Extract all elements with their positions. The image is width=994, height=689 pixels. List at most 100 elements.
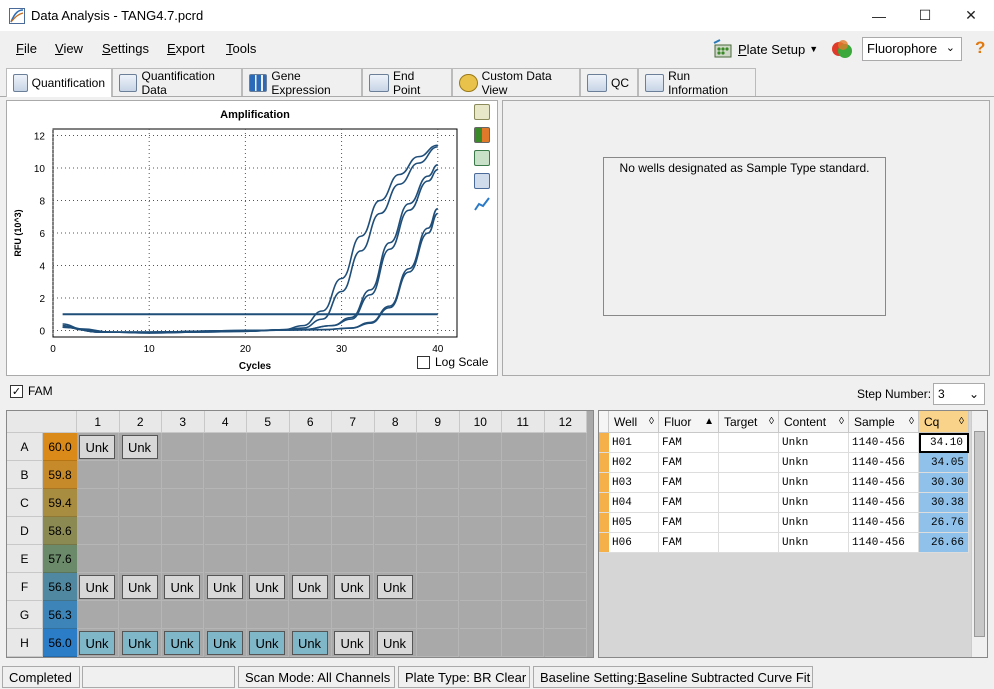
plate-well[interactable]: Unk: [162, 629, 204, 657]
plate-row-header[interactable]: G: [7, 601, 43, 629]
grid-column-header[interactable]: Cq ◊: [919, 411, 969, 433]
plate-well[interactable]: [374, 489, 417, 517]
plate-well[interactable]: [204, 601, 247, 629]
plate-well[interactable]: [374, 545, 417, 573]
plate-well[interactable]: [247, 461, 289, 489]
plate-well[interactable]: [162, 545, 204, 573]
plate-well[interactable]: [162, 601, 204, 629]
fam-checkbox[interactable]: ✓: [10, 384, 23, 398]
plate-well[interactable]: [289, 489, 332, 517]
plate-well[interactable]: [204, 489, 247, 517]
grid-column-header[interactable]: Target ◊: [719, 411, 779, 433]
well-label[interactable]: Unk: [121, 631, 158, 655]
well-label[interactable]: Unk: [376, 631, 413, 655]
row-selector[interactable]: [599, 433, 609, 453]
plate-column-header[interactable]: 8: [374, 411, 417, 433]
plate-column-header[interactable]: 4: [204, 411, 247, 433]
plate-well[interactable]: [502, 517, 544, 545]
trace-styles-icon[interactable]: [474, 196, 490, 212]
step-number-select[interactable]: 3 ⌄: [933, 383, 985, 405]
plate-well[interactable]: [544, 517, 587, 545]
plate-well[interactable]: [417, 517, 459, 545]
plate-well[interactable]: [289, 545, 332, 573]
plate-well[interactable]: Unk: [374, 573, 417, 601]
tab-quantification[interactable]: Quantification: [6, 68, 112, 97]
grid-cell[interactable]: FAM: [659, 533, 719, 553]
grid-cell[interactable]: H03: [609, 473, 659, 493]
plate-setup-button[interactable]: Plate Setup ▼: [712, 36, 822, 62]
plate-row-header[interactable]: E: [7, 545, 43, 573]
plate-well[interactable]: [459, 489, 502, 517]
plate-well[interactable]: [417, 573, 459, 601]
plate-row-header[interactable]: C: [7, 489, 43, 517]
plate-row-header[interactable]: F: [7, 573, 43, 601]
tab-gene-expression[interactable]: Gene Expression: [242, 68, 362, 97]
plate-well[interactable]: Unk: [247, 629, 289, 657]
zoom-chart-icon[interactable]: [474, 173, 490, 189]
plate-well[interactable]: [417, 433, 459, 461]
grid-cell[interactable]: [719, 493, 779, 513]
tab-custom-data-view[interactable]: Custom Data View: [452, 68, 580, 97]
fam-toggle[interactable]: ✓ FAM: [10, 384, 53, 398]
plate-well[interactable]: [332, 517, 374, 545]
plate-well[interactable]: [459, 629, 502, 657]
plate-well[interactable]: [502, 601, 544, 629]
grid-cell[interactable]: [719, 453, 779, 473]
plate-well[interactable]: [289, 601, 332, 629]
grid-cell[interactable]: 1140-456: [849, 513, 919, 533]
plate-well[interactable]: Unk: [204, 629, 247, 657]
plate-well[interactable]: [119, 545, 162, 573]
grid-cell[interactable]: FAM: [659, 433, 719, 453]
plate-well[interactable]: [77, 517, 119, 545]
tab-run-information[interactable]: Run Information: [638, 68, 756, 97]
grid-cell[interactable]: FAM: [659, 493, 719, 513]
plate-well[interactable]: [417, 461, 459, 489]
grid-column-header[interactable]: Sample ◊: [849, 411, 919, 433]
well-label[interactable]: Unk: [206, 575, 243, 599]
grid-cell[interactable]: H04: [609, 493, 659, 513]
plate-well[interactable]: [459, 573, 502, 601]
plate-well[interactable]: [119, 461, 162, 489]
menu-settings[interactable]: Settings: [102, 41, 149, 56]
plate-well[interactable]: [247, 433, 289, 461]
plate-well[interactable]: [417, 489, 459, 517]
help-icon[interactable]: ?: [975, 38, 985, 58]
plate-column-header[interactable]: 12: [544, 411, 587, 433]
well-label[interactable]: Unk: [79, 631, 115, 655]
plate-column-header[interactable]: 5: [247, 411, 290, 433]
row-selector[interactable]: [599, 533, 609, 553]
plate-well[interactable]: [417, 545, 459, 573]
plate-corner[interactable]: [7, 411, 77, 433]
well-label[interactable]: Unk: [376, 575, 413, 599]
scrollbar-thumb[interactable]: [974, 431, 985, 637]
plate-well[interactable]: [374, 601, 417, 629]
plate-well[interactable]: [459, 461, 502, 489]
plate-well[interactable]: Unk: [289, 629, 332, 657]
well-label[interactable]: Unk: [291, 631, 328, 655]
well-label[interactable]: Unk: [291, 575, 328, 599]
grid-cell[interactable]: 1140-456: [849, 493, 919, 513]
plate-well[interactable]: [162, 517, 204, 545]
plate-column-header[interactable]: 11: [502, 411, 545, 433]
plate-well[interactable]: Unk: [162, 573, 204, 601]
grid-cell[interactable]: Unkn: [779, 433, 849, 453]
well-label[interactable]: Unk: [121, 575, 158, 599]
row-selector[interactable]: [599, 513, 609, 533]
well-label[interactable]: Unk: [164, 575, 200, 599]
well-label[interactable]: Unk: [334, 631, 370, 655]
grid-cell[interactable]: H05: [609, 513, 659, 533]
plate-well[interactable]: [502, 573, 544, 601]
plate-well[interactable]: [502, 545, 544, 573]
grid-cell[interactable]: Unkn: [779, 473, 849, 493]
grid-cell[interactable]: FAM: [659, 473, 719, 493]
plate-well[interactable]: [459, 601, 502, 629]
plate-well[interactable]: [544, 433, 587, 461]
plate-well[interactable]: [544, 629, 587, 657]
plate-well[interactable]: Unk: [332, 573, 374, 601]
plate-well[interactable]: [332, 461, 374, 489]
plate-well[interactable]: [459, 433, 502, 461]
grid-cell[interactable]: 1140-456: [849, 453, 919, 473]
grid-cell[interactable]: [719, 433, 779, 453]
maximize-button[interactable]: ☐: [902, 0, 948, 31]
plate-column-header[interactable]: 9: [417, 411, 460, 433]
